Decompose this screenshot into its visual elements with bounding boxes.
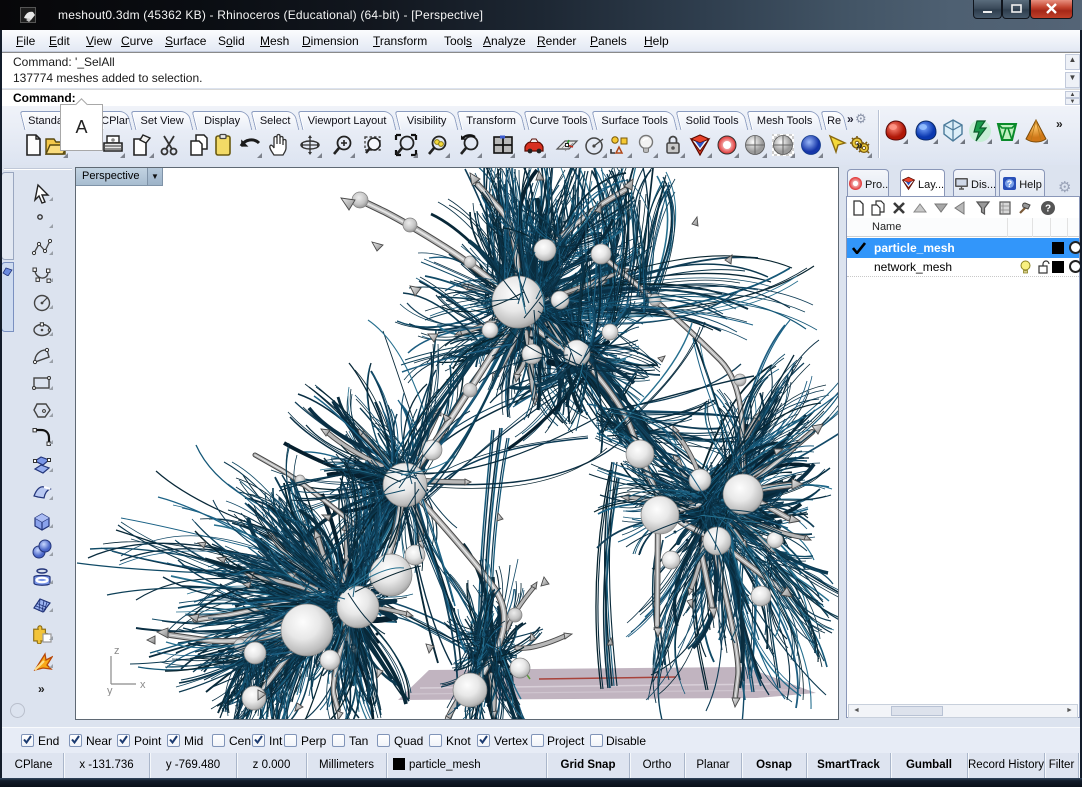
svg-text:x: x <box>140 679 146 691</box>
svg-text:y: y <box>107 685 113 696</box>
svg-text:?: ? <box>1045 204 1051 215</box>
svg-text:?: ? <box>1007 179 1013 189</box>
svg-text:z: z <box>114 646 120 657</box>
